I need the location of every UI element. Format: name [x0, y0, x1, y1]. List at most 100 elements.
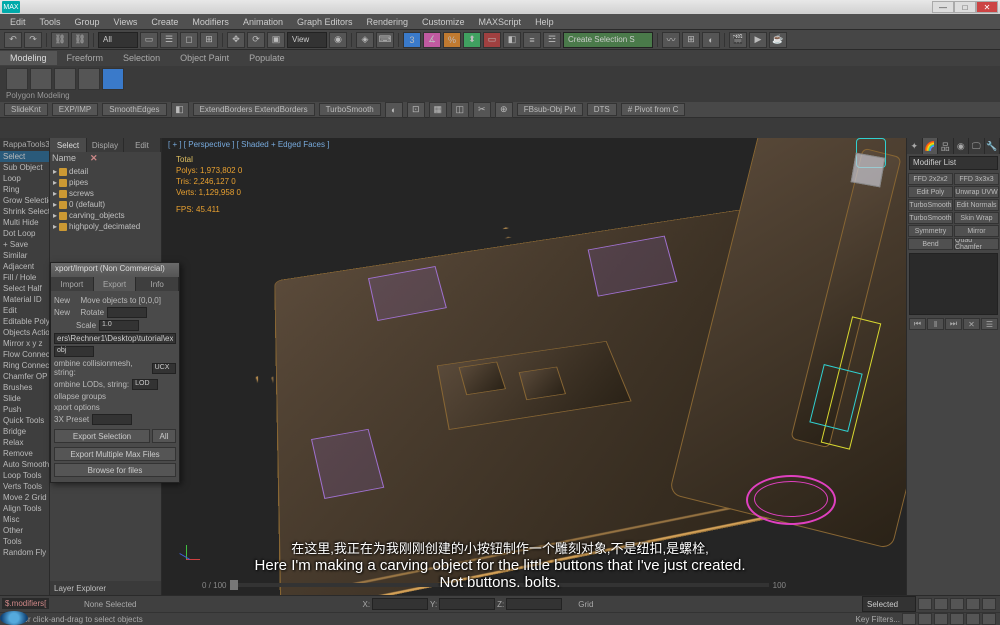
menu-maxscript[interactable]: MAXScript: [473, 16, 528, 28]
menu-customize[interactable]: Customize: [416, 16, 471, 28]
rappatool-item[interactable]: Mirror x y z: [0, 338, 49, 349]
select-button[interactable]: ▭: [140, 32, 158, 48]
modifier-stack[interactable]: [909, 253, 998, 315]
dts-button[interactable]: DTS: [587, 103, 617, 116]
name-column-header[interactable]: Name: [52, 153, 76, 163]
pin-stack-button[interactable]: ⏮: [909, 318, 926, 330]
render-setup-button[interactable]: 🎬: [729, 32, 747, 48]
show-end-button[interactable]: ‖: [927, 318, 944, 330]
rappatool-item[interactable]: Editable Poly: [0, 316, 49, 327]
turbosmooth-button[interactable]: TurboSmooth: [319, 103, 381, 116]
schematic-button[interactable]: ⊞: [682, 32, 700, 48]
nav-1[interactable]: [902, 613, 916, 625]
rappatool-item[interactable]: Verts Tools: [0, 481, 49, 492]
percent-snap[interactable]: %: [443, 32, 461, 48]
close-button[interactable]: ✕: [976, 1, 998, 13]
menu-graph-editors[interactable]: Graph Editors: [291, 16, 359, 28]
explorer-tab-select[interactable]: Select: [50, 138, 87, 152]
create-tab[interactable]: ✦: [907, 138, 923, 154]
ribbon-tab-object-paint[interactable]: Object Paint: [170, 51, 239, 65]
poly-element-button[interactable]: [102, 68, 124, 90]
format-dropdown[interactable]: obj: [54, 346, 94, 357]
rappatool-item[interactable]: Misc: [0, 514, 49, 525]
selection-filter[interactable]: All: [98, 32, 138, 48]
tool-icon-1[interactable]: ◧: [171, 102, 189, 118]
rappatool-item[interactable]: Fill / Hole: [0, 272, 49, 283]
create-selection-set[interactable]: Create Selection S: [563, 32, 653, 48]
menu-create[interactable]: Create: [145, 16, 184, 28]
play-button[interactable]: [966, 598, 980, 610]
rappatool-item[interactable]: Tools: [0, 536, 49, 547]
export-import-dialog[interactable]: xport/Import (Non Commercial) Import Exp…: [50, 262, 180, 483]
ribbon-tab-modeling[interactable]: Modeling: [0, 51, 57, 65]
rappatool-item[interactable]: Remove: [0, 448, 49, 459]
dialog-tab-export[interactable]: Export: [94, 277, 137, 291]
modifier-button[interactable]: Unwrap UVW: [954, 186, 999, 198]
material-editor-button[interactable]: ◐: [702, 32, 720, 48]
modifier-button[interactable]: Quad Chamfer: [954, 238, 999, 250]
export-all-button[interactable]: All: [152, 429, 176, 443]
next-key-button[interactable]: [982, 598, 996, 610]
render-frame-button[interactable]: ▶: [749, 32, 767, 48]
layer-row[interactable]: ▸highpoly_decimated: [52, 221, 159, 232]
rappatool-item[interactable]: Sub Object: [0, 162, 49, 173]
slideknt-button[interactable]: SlideKnt: [4, 103, 48, 116]
rappatool-item[interactable]: Edit: [0, 305, 49, 316]
layer-row[interactable]: ▸detail: [52, 166, 159, 177]
keyboard-button[interactable]: ⌨: [376, 32, 394, 48]
manipulate-button[interactable]: ◈: [356, 32, 374, 48]
menu-tools[interactable]: Tools: [34, 16, 67, 28]
maxscript-listener[interactable]: $.modifiers[: [2, 598, 49, 609]
tool-icon-3[interactable]: ⊡: [407, 102, 425, 118]
undo-button[interactable]: ↶: [4, 32, 22, 48]
scale-button[interactable]: ▣: [267, 32, 285, 48]
layers-button[interactable]: ☲: [543, 32, 561, 48]
move-button[interactable]: ✥: [227, 32, 245, 48]
set-key-button[interactable]: [934, 598, 948, 610]
rappatool-item[interactable]: Random Fly: [0, 547, 49, 558]
viewcube[interactable]: [844, 146, 892, 194]
pivot-button[interactable]: ◉: [329, 32, 347, 48]
tool-icon-6[interactable]: ✂: [473, 102, 491, 118]
export-multiple-button[interactable]: Export Multiple Max Files: [54, 447, 176, 461]
rappatool-item[interactable]: Select: [0, 151, 49, 162]
modify-tab[interactable]: 🌈: [923, 138, 939, 154]
window-crossing-button[interactable]: ⊞: [200, 32, 218, 48]
rappatool-item[interactable]: Brushes: [0, 382, 49, 393]
link-button[interactable]: ⛓: [51, 32, 69, 48]
rappatool-item[interactable]: Loop: [0, 173, 49, 184]
dialog-tab-info[interactable]: Info: [136, 277, 179, 291]
modifier-button[interactable]: TurboSmooth: [908, 199, 953, 211]
modifier-button[interactable]: Skin Wrap: [954, 212, 999, 224]
smooth-edges-button[interactable]: SmoothEdges: [102, 103, 166, 116]
tool-icon-7[interactable]: ⊕: [495, 102, 513, 118]
nav-2[interactable]: [918, 613, 932, 625]
mirror-button[interactable]: ◧: [503, 32, 521, 48]
select-name-button[interactable]: ☰: [160, 32, 178, 48]
named-sel[interactable]: ▭: [483, 32, 501, 48]
nav-6[interactable]: [982, 613, 996, 625]
windows-start-icon[interactable]: [0, 611, 28, 625]
layer-row[interactable]: ▸screws: [52, 188, 159, 199]
rappatool-item[interactable]: Push: [0, 404, 49, 415]
rappatool-item[interactable]: Auto Smooth: [0, 459, 49, 470]
tool-icon-2[interactable]: ◐: [385, 102, 403, 118]
y-coord-input[interactable]: [439, 598, 495, 610]
remove-mod-button[interactable]: ✕: [963, 318, 980, 330]
poly-vertex-button[interactable]: [6, 68, 28, 90]
modifier-button[interactable]: FFD 3x3x3: [954, 173, 999, 185]
render-button[interactable]: ☕: [769, 32, 787, 48]
rappatool-item[interactable]: Move 2 Grid: [0, 492, 49, 503]
z-coord-input[interactable]: [506, 598, 562, 610]
nav-3[interactable]: [934, 613, 948, 625]
tool-icon-4[interactable]: ▦: [429, 102, 447, 118]
extend-borders-button[interactable]: ExtendBorders ExtendBorders: [193, 103, 315, 116]
rappatool-item[interactable]: Bridge: [0, 426, 49, 437]
layer-row[interactable]: ▸0 (default): [52, 199, 159, 210]
redo-button[interactable]: ↷: [24, 32, 42, 48]
rotate-button[interactable]: ⟳: [247, 32, 265, 48]
modifier-button[interactable]: Edit Normals: [954, 199, 999, 211]
exp-imp-button[interactable]: EXP/IMP: [52, 103, 98, 116]
ref-coord-dropdown[interactable]: View: [287, 32, 327, 48]
viewport-perspective[interactable]: [ + ] [ Perspective ] [ Shaded + Edged F…: [162, 138, 906, 595]
